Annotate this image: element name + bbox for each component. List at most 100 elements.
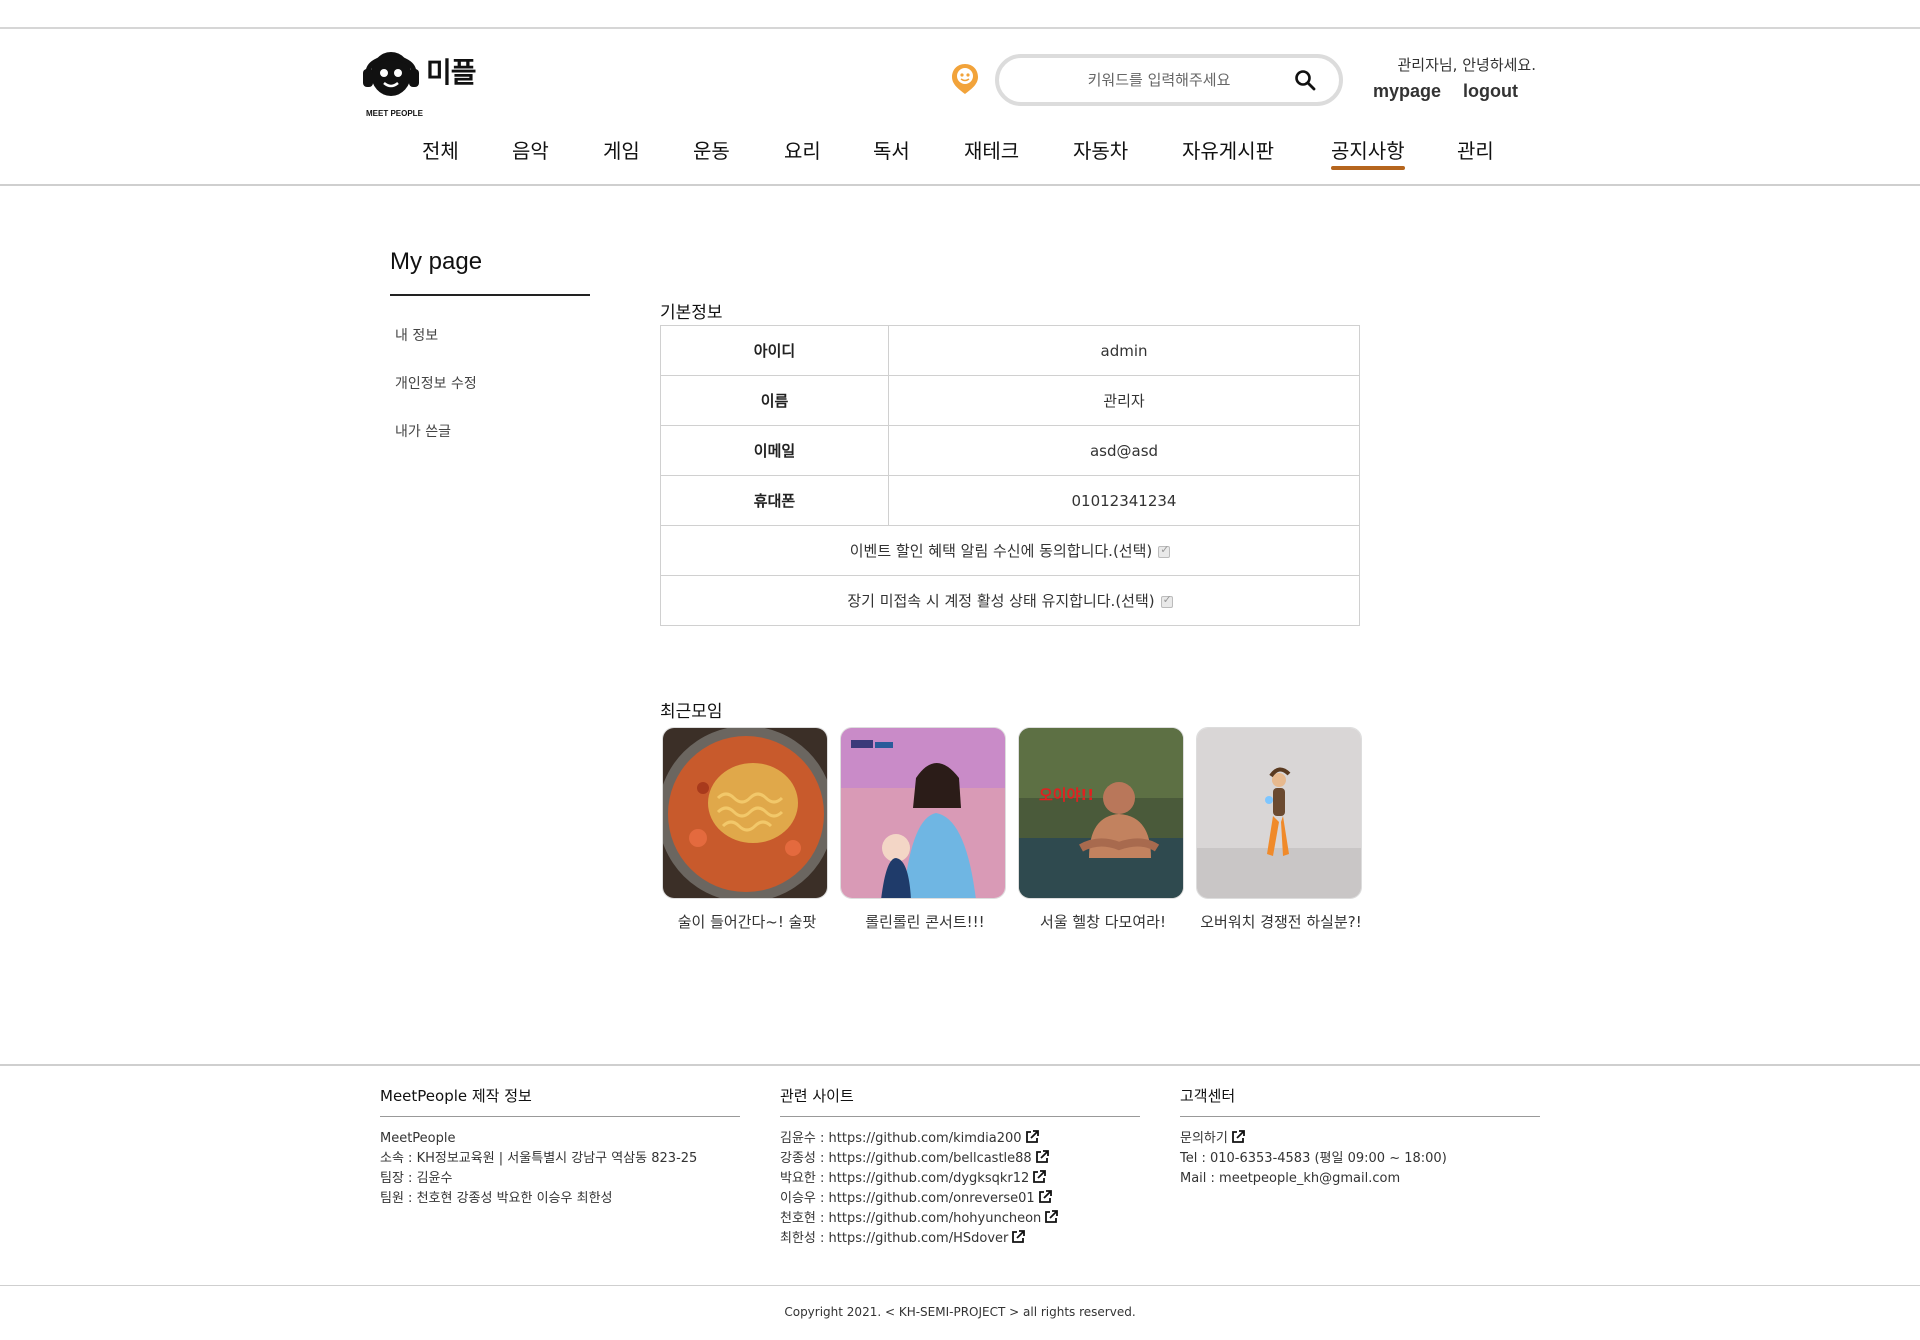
mypage-link[interactable]: mypage (1373, 81, 1441, 101)
consent-event-checkbox[interactable] (1158, 543, 1171, 558)
site-header: 미플 MEET PEOPLE 관리자님, 안녕하세요. mypage logout… (0, 29, 1920, 186)
search-icon[interactable] (1293, 68, 1317, 92)
row-value: admin (888, 325, 1360, 376)
row-value: 01012341234 (888, 475, 1360, 526)
sidebar-item-my-posts[interactable]: 내가 쓴글 (395, 421, 451, 441)
nav-item-free-board[interactable]: 자유게시판 (1182, 135, 1274, 164)
recent-card-label[interactable]: 오버워치 경쟁전 하실분?! (1186, 911, 1376, 932)
external-link-icon[interactable] (1032, 1170, 1047, 1184)
sidebar-item-edit-profile[interactable]: 개인정보 수정 (395, 373, 477, 393)
footer-link-row: 이승우 : https://github.com/onreverse01 (780, 1189, 1140, 1209)
row-value: asd@asd (888, 425, 1360, 476)
github-link[interactable]: https://github.com/bellcastle88 (829, 1151, 1032, 1166)
contact-link[interactable]: 문의하기 (1180, 1131, 1228, 1146)
footer-info-line: 팀장 : 김윤수 (380, 1171, 453, 1186)
member-name: 천호현 : (780, 1211, 829, 1226)
basic-info-table: 아이디 admin 이름 관리자 이메일 asd@asd 휴대폰 0101234… (660, 325, 1360, 626)
member-name: 이승우 : (780, 1191, 829, 1206)
member-name: 김윤수 : (780, 1131, 829, 1146)
external-link-icon[interactable] (1025, 1130, 1039, 1144)
table-row: 이벤트 할인 혜택 알림 수신에 동의합니다.(선택) (660, 525, 1360, 576)
recent-thumbnail[interactable] (840, 727, 1006, 899)
recent-card[interactable]: 오버워치 경쟁전 하실분?! (1196, 727, 1362, 931)
external-link-icon[interactable] (1011, 1230, 1026, 1244)
external-link-icon[interactable] (1038, 1190, 1052, 1204)
footer-divider (0, 1064, 1920, 1066)
row-key: 이름 (660, 375, 889, 426)
nav-item-admin[interactable]: 관리 (1457, 135, 1494, 164)
nav-item-game[interactable]: 게임 (603, 135, 640, 164)
recent-card-label[interactable]: 롤린롤린 콘서트!!! (830, 911, 1020, 932)
footer-info-line: 팀원 : 천호현 강종성 박요한 이승우 최한성 (380, 1191, 613, 1206)
logo-text: 미플 (426, 56, 477, 89)
external-link-icon[interactable] (1044, 1210, 1059, 1224)
footer-link-row: 강종성 : https://github.com/bellcastle88 (780, 1149, 1140, 1169)
consent-keep-checkbox[interactable] (1160, 593, 1173, 608)
member-name: 박요한 : (780, 1171, 829, 1186)
nav-item-all[interactable]: 전체 (422, 135, 459, 164)
consent-keep-cell: 장기 미접속 시 계정 활성 상태 유지합니다.(선택) (660, 575, 1360, 626)
consent-event-text: 이벤트 할인 혜택 알림 수신에 동의합니다.(선택) (849, 542, 1153, 560)
recent-thumbnail[interactable] (662, 727, 828, 899)
logo-subtitle: MEET PEOPLE (366, 109, 423, 118)
github-link[interactable]: https://github.com/kimdia200 (829, 1131, 1022, 1146)
main-nav: 전체 음악 게임 운동 요리 독서 재테크 자동차 자유게시판 공지사항 관리 (0, 135, 1920, 175)
footer-link-row: 김윤수 : https://github.com/kimdia200 (780, 1129, 1140, 1149)
nav-item-music[interactable]: 음악 (512, 135, 549, 164)
footer-links-column: 관련 사이트 김윤수 : https://github.com/kimdia20… (780, 1085, 1140, 1249)
nav-item-car[interactable]: 자동차 (1073, 135, 1128, 164)
footer-info-line: 소속 : KH정보교육원 | 서울특별시 강남구 역삼동 823-25 (380, 1151, 698, 1166)
recent-thumbnail[interactable] (1196, 727, 1362, 899)
footer-info-column: MeetPeople 제작 정보 MeetPeople 소속 : KH정보교육원… (380, 1085, 740, 1209)
table-row: 이메일 asd@asd (660, 425, 1360, 476)
nav-item-cooking[interactable]: 요리 (784, 135, 821, 164)
recent-card[interactable]: 롤린롤린 콘서트!!! (840, 727, 1006, 931)
nav-item-notice[interactable]: 공지사항 (1331, 135, 1405, 170)
greeting-text: 관리자님, 안녕하세요. (1397, 56, 1536, 74)
nav-item-reading[interactable]: 독서 (873, 135, 910, 164)
github-link[interactable]: https://github.com/dygksqkr12 (829, 1171, 1030, 1186)
recent-card[interactable]: 오이야!! 서울 헬창 다모여라! (1018, 727, 1184, 931)
row-value: 관리자 (888, 375, 1360, 426)
footer-info-line: MeetPeople (380, 1131, 456, 1146)
row-key: 이메일 (660, 425, 889, 476)
member-name: 최한성 : (780, 1231, 829, 1246)
external-link-icon[interactable] (1231, 1130, 1245, 1144)
recent-title: 최근모임 (660, 702, 723, 722)
copyright-text: Copyright 2021. < KH-SEMI-PROJECT > all … (784, 1305, 1136, 1319)
user-links: mypage logout (1373, 81, 1540, 102)
table-row: 장기 미접속 시 계정 활성 상태 유지합니다.(선택) (660, 575, 1360, 626)
github-link[interactable]: https://github.com/onreverse01 (829, 1191, 1035, 1206)
github-link[interactable]: https://github.com/hohyuncheon (829, 1211, 1042, 1226)
recent-card-label[interactable]: 술이 들어간다~! 술팟 (652, 911, 842, 932)
site-logo[interactable]: 미플 MEET PEOPLE (358, 45, 488, 118)
nav-item-finance[interactable]: 재테크 (964, 135, 1019, 164)
headphone-face-icon (363, 52, 419, 96)
consent-event-cell: 이벤트 할인 혜택 알림 수신에 동의합니다.(선택) (660, 525, 1360, 576)
external-link-icon[interactable] (1035, 1150, 1049, 1164)
github-link[interactable]: https://github.com/HSdover (829, 1231, 1009, 1246)
notification-icon[interactable] (950, 62, 980, 96)
sidebar-divider (390, 294, 590, 296)
recent-thumbnail[interactable]: 오이야!! (1018, 727, 1184, 899)
sidebar-item-my-info[interactable]: 내 정보 (395, 325, 438, 345)
consent-keep-text: 장기 미접속 시 계정 활성 상태 유지합니다.(선택) (847, 592, 1155, 610)
table-row: 휴대폰 01012341234 (660, 475, 1360, 526)
footer-link-row: 박요한 : https://github.com/dygksqkr12 (780, 1169, 1140, 1189)
search-input[interactable] (1039, 68, 1279, 92)
support-tel: Tel : 010-6353-4583 (평일 09:00 ~ 18:00) (1180, 1151, 1447, 1166)
table-row: 아이디 admin (660, 325, 1360, 376)
member-name: 강종성 : (780, 1151, 829, 1166)
footer-link-row: 최한성 : https://github.com/HSdover (780, 1229, 1140, 1249)
row-key: 휴대폰 (660, 475, 889, 526)
recent-card[interactable]: 술이 들어간다~! 술팟 (662, 727, 828, 931)
search-box (995, 54, 1343, 106)
sidebar-title: My page (390, 248, 483, 275)
nav-item-sports[interactable]: 운동 (693, 135, 730, 164)
footer-bottom-divider (0, 1285, 1920, 1286)
footer-link-row: 천호현 : https://github.com/hohyuncheon (780, 1209, 1140, 1229)
footer-support-title: 고객센터 (1180, 1085, 1540, 1117)
logout-link[interactable]: logout (1463, 81, 1518, 101)
footer-links-title: 관련 사이트 (780, 1085, 1140, 1117)
recent-card-label[interactable]: 서울 헬창 다모여라! (1008, 911, 1198, 932)
